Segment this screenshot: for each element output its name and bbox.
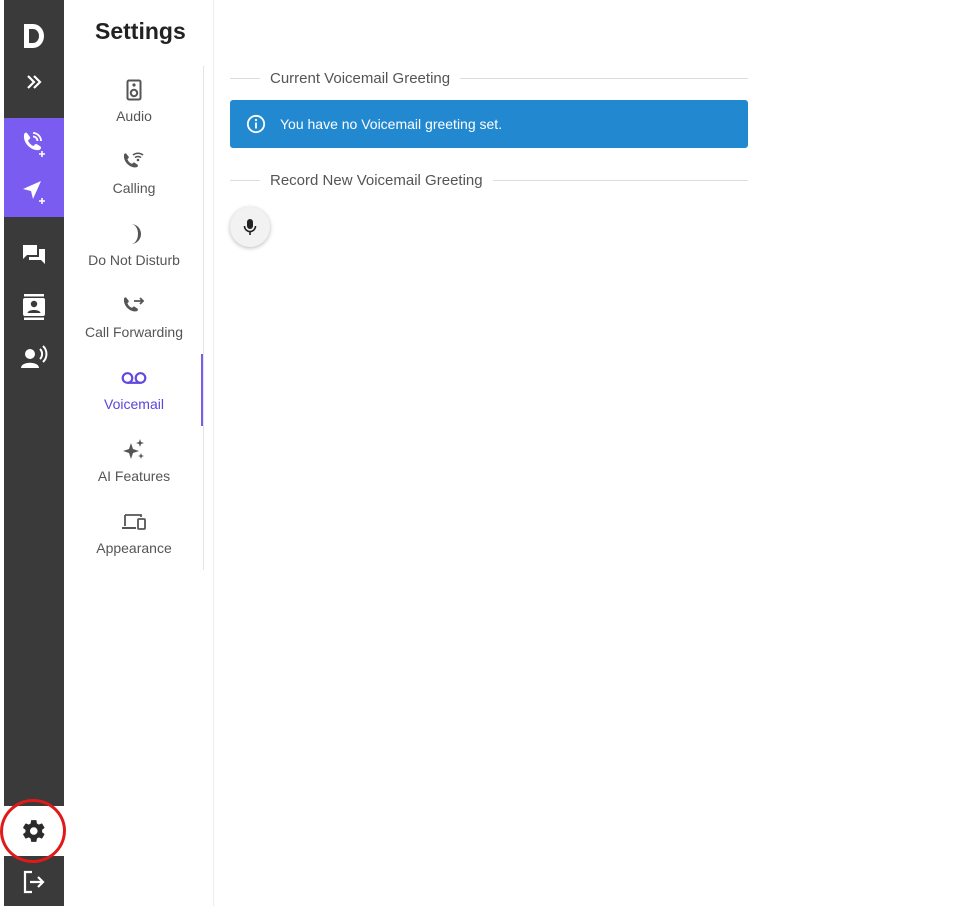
contacts-button[interactable] <box>4 283 64 331</box>
nav-label: Call Forwarding <box>84 324 184 340</box>
nav-item-do-not-disturb[interactable]: Do Not Disturb <box>64 210 204 282</box>
speaker-icon <box>126 79 142 101</box>
nav-item-appearance[interactable]: Appearance <box>64 498 204 570</box>
moon-icon <box>131 224 141 244</box>
settings-nav: Audio Calling Do Not Disturb Call Forwar… <box>64 66 204 570</box>
double-chevron-right-icon <box>27 75 42 89</box>
left-rail <box>4 0 64 906</box>
nav-item-audio[interactable]: Audio <box>64 66 204 138</box>
voice-button[interactable] <box>4 334 64 382</box>
speaking-person-icon <box>21 345 48 368</box>
devices-icon <box>122 514 146 530</box>
alert-text: You have no Voicemail greeting set. <box>280 116 503 132</box>
nav-divider <box>203 66 204 570</box>
phone-forward-icon <box>123 297 145 312</box>
content-divider <box>213 0 214 906</box>
contact-card-icon <box>23 294 45 320</box>
new-message-button[interactable] <box>4 168 64 216</box>
voicemail-icon <box>121 372 147 384</box>
messages-button[interactable] <box>4 231 64 279</box>
chat-bubbles-icon <box>23 245 45 264</box>
gear-icon <box>23 820 45 842</box>
app-window: Settings Audio Calling Do Not Disturb Ca… <box>0 0 956 906</box>
wifi-phone-icon <box>123 152 144 168</box>
d-logo-icon[interactable] <box>4 12 64 60</box>
section-title: Record New Voicemail Greeting <box>270 171 483 189</box>
send-plus-icon <box>23 181 45 204</box>
section-title: Current Voicemail Greeting <box>270 69 451 87</box>
new-call-button[interactable] <box>4 120 64 168</box>
logout-icon <box>23 870 45 894</box>
nav-label: Audio <box>116 108 152 124</box>
record-button[interactable] <box>230 207 270 247</box>
record-greeting-header: Record New Voicemail Greeting <box>230 170 748 190</box>
logout-button[interactable] <box>4 858 64 906</box>
current-greeting-header: Current Voicemail Greeting <box>230 68 748 88</box>
nav-label: AI Features <box>97 468 171 484</box>
nav-item-call-forwarding[interactable]: Call Forwarding <box>64 282 204 354</box>
sparkles-icon <box>123 439 144 459</box>
nav-label: Appearance <box>96 540 172 556</box>
nav-label: Calling <box>112 180 156 196</box>
nav-item-voicemail[interactable]: Voicemail <box>64 354 204 426</box>
phone-plus-icon <box>23 132 45 157</box>
microphone-icon <box>243 219 257 235</box>
nav-label: Voicemail <box>104 396 164 412</box>
no-greeting-alert: You have no Voicemail greeting set. <box>230 100 748 148</box>
nav-item-ai-features[interactable]: AI Features <box>64 426 204 498</box>
nav-item-calling[interactable]: Calling <box>64 138 204 210</box>
info-icon <box>246 114 266 134</box>
quick-actions-group <box>4 118 64 217</box>
page-title: Settings <box>95 18 186 44</box>
expand-rail-button[interactable] <box>4 58 64 106</box>
settings-button[interactable] <box>4 806 64 856</box>
nav-label: Do Not Disturb <box>88 252 180 268</box>
